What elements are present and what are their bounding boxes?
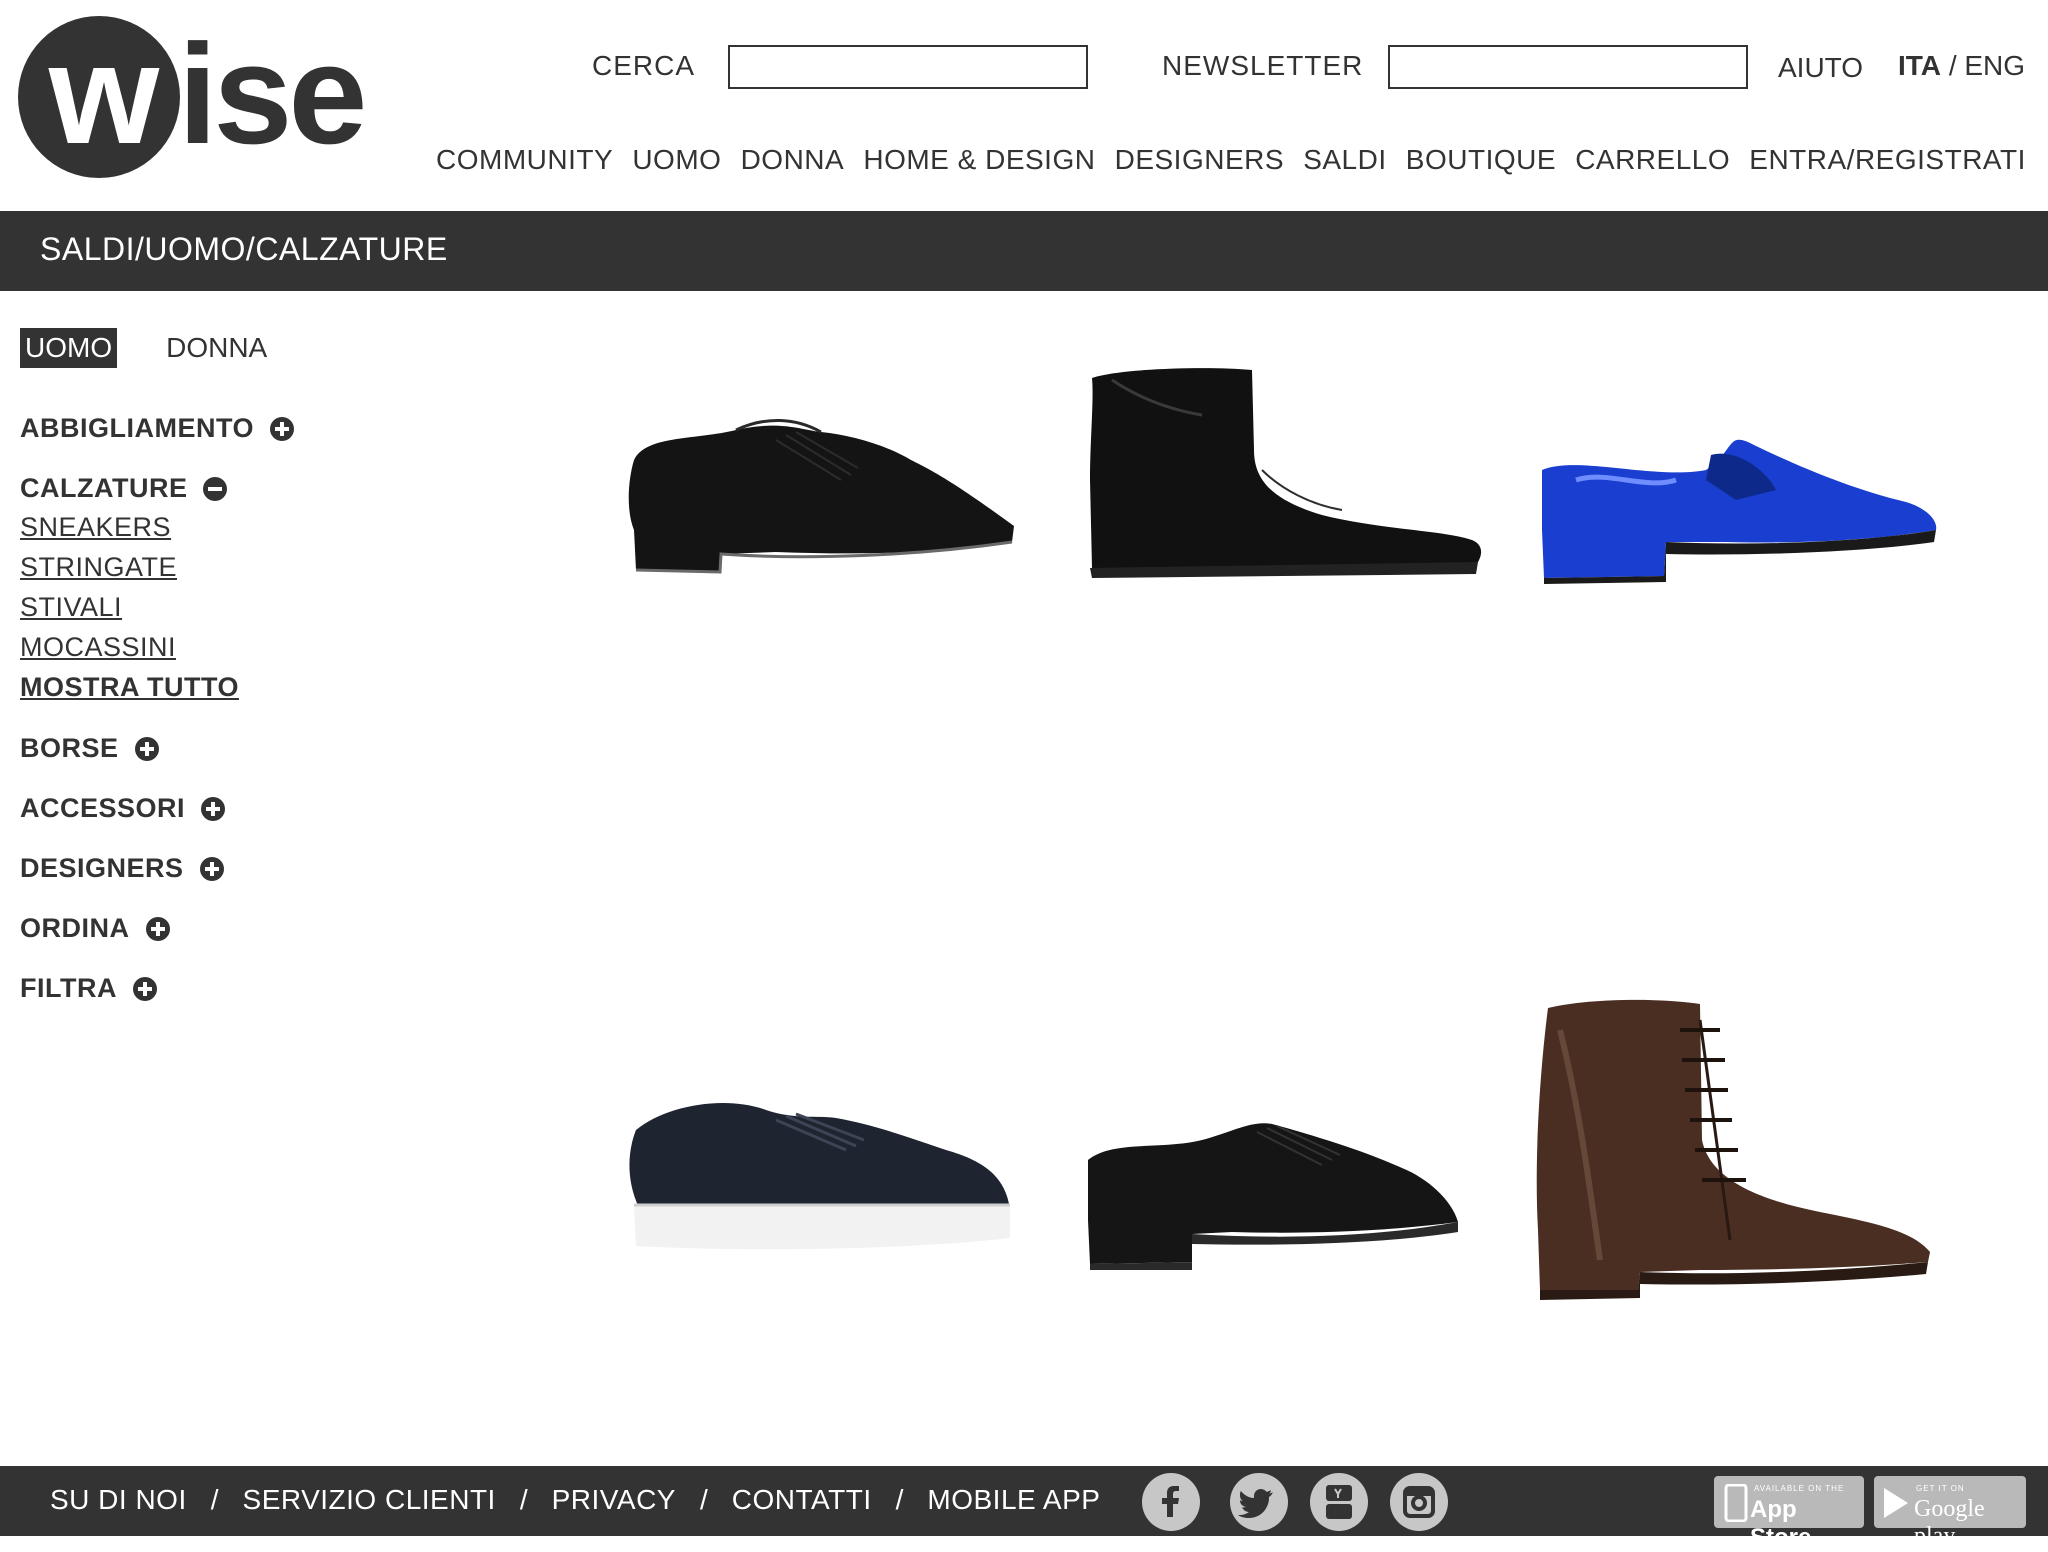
lace-up-brown-boot-image — [1536, 999, 1930, 1300]
breadcrumb-bar: SALDI/UOMO/CALZATURE — [0, 211, 2048, 291]
facebook-icon[interactable] — [1142, 1473, 1200, 1531]
lang-ita[interactable]: ITA — [1898, 50, 1941, 81]
footer-separator: / — [519, 1484, 528, 1515]
nav-community[interactable]: COMMUNITY — [436, 144, 613, 176]
subcategory-stringate[interactable]: STRINGATE — [20, 552, 177, 583]
product-card[interactable] — [606, 1000, 1036, 1310]
gender-tabs: UOMO DONNA — [20, 328, 272, 368]
nav-boutique[interactable]: BOUTIQUE — [1406, 144, 1556, 176]
nav-donna[interactable]: DONNA — [741, 144, 845, 176]
expand-plus-icon[interactable] — [201, 796, 226, 821]
app-store-badge[interactable]: AVAILABLE ON THE App Store — [1714, 1476, 1864, 1551]
expand-plus-icon[interactable] — [145, 916, 170, 941]
newsletter-input[interactable] — [1388, 45, 1748, 89]
category-label: ABBIGLIAMENTO — [20, 413, 254, 443]
footer: SU DI NOI / SERVIZIO CLIENTI / PRIVACY /… — [0, 1466, 2048, 1551]
expand-plus-icon[interactable] — [199, 856, 224, 881]
filter-filtra[interactable]: FILTRA — [20, 973, 157, 1004]
category-calzature[interactable]: CALZATURE — [20, 473, 228, 504]
suede-brogue-oxford-image — [628, 419, 1014, 574]
category-label: CALZATURE — [20, 473, 188, 503]
help-link[interactable]: AIUTO — [1778, 52, 1863, 84]
nav-saldi[interactable]: SALDI — [1303, 144, 1386, 176]
nav-home-design[interactable]: HOME & DESIGN — [863, 144, 1095, 176]
expand-plus-icon[interactable] — [134, 736, 159, 761]
twitter-icon[interactable] — [1230, 1473, 1288, 1531]
nav-designers[interactable]: DESIGNERS — [1115, 144, 1284, 176]
product-card[interactable] — [606, 330, 1036, 640]
footer-separator: / — [895, 1484, 904, 1515]
app-store-small-text: AVAILABLE ON THE — [1754, 1484, 1845, 1493]
category-designers[interactable]: DESIGNERS — [20, 853, 224, 884]
lang-eng[interactable]: ENG — [1964, 50, 2025, 81]
newsletter-label: NEWSLETTER — [1162, 50, 1364, 81]
leather-sneaker-image — [629, 1102, 1010, 1250]
language-switcher: ITA / ENG — [1898, 50, 2025, 82]
category-accessori[interactable]: ACCESSORI — [20, 793, 226, 824]
product-card[interactable] — [1082, 1000, 1512, 1310]
footer-links: SU DI NOI / SERVIZIO CLIENTI / PRIVACY /… — [50, 1484, 1100, 1516]
wise-logo[interactable]: w ise — [18, 16, 388, 182]
logo-text: ise — [178, 15, 367, 174]
expand-plus-icon[interactable] — [132, 976, 157, 1001]
nav-carrello[interactable]: CARRELLO — [1575, 144, 1730, 176]
logo-letter-w: w — [48, 15, 159, 174]
tab-donna[interactable]: DONNA — [161, 328, 272, 368]
subcategory-sneakers[interactable]: SNEAKERS — [20, 512, 171, 543]
collapse-minus-icon[interactable] — [203, 476, 228, 501]
category-label: FILTRA — [20, 973, 117, 1003]
breadcrumb: SALDI/UOMO/CALZATURE — [40, 231, 448, 267]
category-label: BORSE — [20, 733, 119, 763]
footer-separator: / — [699, 1484, 708, 1515]
search-input[interactable] — [728, 45, 1088, 89]
subcategory-mocassini[interactable]: MOCASSINI — [20, 632, 176, 663]
sort-ordina[interactable]: ORDINA — [20, 913, 170, 944]
category-label: DESIGNERS — [20, 853, 184, 883]
metallic-blue-loafer-image — [1542, 439, 1937, 584]
footer-separator: / — [210, 1484, 219, 1515]
instagram-icon[interactable] — [1390, 1473, 1448, 1531]
category-label: ORDINA — [20, 913, 130, 943]
product-card[interactable] — [1536, 330, 1966, 640]
product-card[interactable] — [1082, 330, 1512, 640]
footer-link-customer-service[interactable]: SERVIZIO CLIENTI — [243, 1484, 496, 1516]
youtube-icon[interactable] — [1310, 1473, 1368, 1531]
nav-login-register[interactable]: ENTRA/REGISTRATI — [1749, 144, 2026, 176]
subcategory-stivali[interactable]: STIVALI — [20, 592, 122, 623]
google-play-small-text: GET IT ON — [1916, 1484, 1965, 1493]
footer-link-contacts[interactable]: CONTATTI — [732, 1484, 872, 1516]
expand-plus-icon[interactable] — [270, 416, 294, 441]
product-card[interactable] — [1520, 990, 1950, 1300]
nav-uomo[interactable]: UOMO — [632, 144, 721, 176]
category-borse[interactable]: BORSE — [20, 733, 159, 764]
search-label: CERCA — [592, 50, 696, 81]
leather-brogue-derby-image — [1088, 1123, 1458, 1270]
google-play-badge[interactable]: GET IT ON Google play — [1874, 1476, 2026, 1549]
category-label: ACCESSORI — [20, 793, 186, 823]
show-all-link[interactable]: MOSTRA TUTTO — [20, 672, 239, 703]
phone-icon — [1724, 1484, 1748, 1522]
tab-uomo[interactable]: UOMO — [20, 328, 118, 368]
app-store-text: App Store — [1750, 1496, 1812, 1551]
leather-ankle-boot-image — [1090, 368, 1482, 578]
category-abbigliamento[interactable]: ABBIGLIAMENTO — [20, 413, 294, 444]
main-nav: COMMUNITY UOMO DONNA HOME & DESIGN DESIG… — [436, 144, 2026, 176]
footer-link-about[interactable]: SU DI NOI — [50, 1484, 187, 1516]
google-play-text: Google play — [1914, 1496, 1985, 1549]
footer-link-mobile-app[interactable]: MOBILE APP — [927, 1484, 1100, 1516]
lang-separator: / — [1948, 50, 1957, 81]
footer-link-privacy[interactable]: PRIVACY — [552, 1484, 676, 1516]
play-icon — [1884, 1488, 1908, 1518]
